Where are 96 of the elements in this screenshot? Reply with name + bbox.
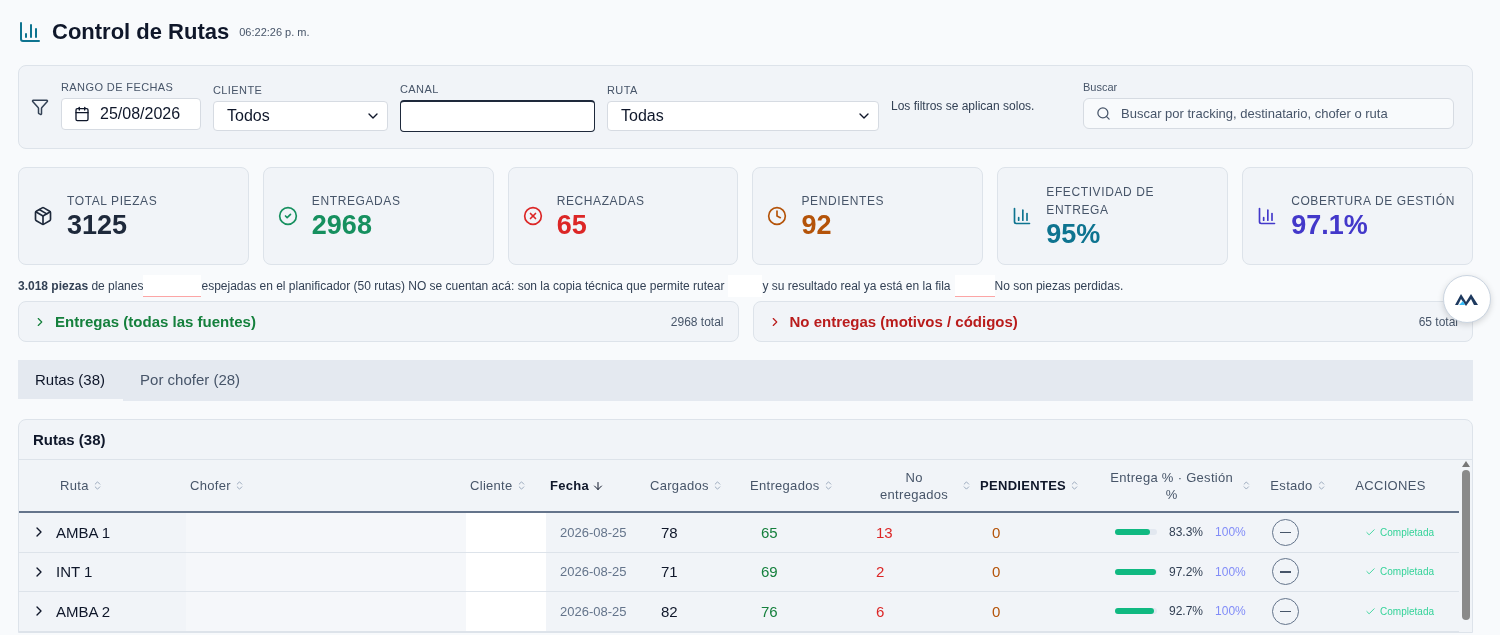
accordion-total: 65 total xyxy=(1418,314,1458,329)
scroll-up-icon[interactable] xyxy=(1460,460,1471,468)
kpi-label: TOTAL PIEZAS xyxy=(67,192,158,210)
loaded-cell-text: 82 xyxy=(660,602,679,620)
box-icon xyxy=(33,206,53,226)
not-delivered-cell-text: 2 xyxy=(875,563,886,581)
ruta-select[interactable]: Todas xyxy=(607,100,879,131)
column-header[interactable]: Cliente xyxy=(466,477,546,494)
check-circle-icon xyxy=(277,206,298,226)
bar-chart-icon xyxy=(1257,206,1278,226)
kpi-label: EFECTIVIDAD DE ENTREGA xyxy=(1046,183,1156,219)
note-text: y su resultado real ya está en la fila xyxy=(762,279,952,293)
redacted-block xyxy=(143,275,202,297)
bar-chart-icon xyxy=(18,20,42,44)
note-text: espejadas en el planificador (50 rutas) NO se cuentan acá: son la copia técnica que permite rutear xyxy=(201,279,726,293)
kpi-value: 95% xyxy=(1046,218,1102,250)
kpi-value: 97.1% xyxy=(1291,209,1369,241)
search-icon xyxy=(1096,106,1111,121)
action-label: Completada xyxy=(1380,605,1434,617)
action-label: Completada xyxy=(1380,566,1434,578)
column-header[interactable]: Estado xyxy=(1256,477,1341,494)
column-header[interactable]: Ruta xyxy=(56,477,186,494)
date-cell-text: 2026-08-25 xyxy=(559,603,628,619)
progress-bar xyxy=(1115,568,1157,575)
progress-bar xyxy=(1115,529,1157,536)
pending-cell-text: 0 xyxy=(991,563,1002,581)
loaded-cell-text: 71 xyxy=(660,563,679,581)
column-header[interactable]: No entregados xyxy=(866,468,976,503)
loaded-cell-text: 78 xyxy=(660,523,679,541)
route-cell-text: AMBA 2 xyxy=(56,602,112,620)
not-delivered-cell-text: 6 xyxy=(875,602,886,620)
kpi-label: COBERTURA DE GESTIÓN xyxy=(1291,192,1455,210)
kpi-value: 92 xyxy=(801,209,833,241)
kpi-label: PENDIENTES xyxy=(801,192,885,210)
note-text: 3.018 piezas de planes xyxy=(18,279,144,293)
clock-time: 06:22:26 p. m. xyxy=(239,26,310,38)
column-header[interactable]: Chofer xyxy=(186,477,466,494)
minus-icon xyxy=(1280,531,1291,533)
kpi-value: 2968 xyxy=(311,209,373,241)
minus-icon xyxy=(1280,571,1291,573)
column-header[interactable]: Fecha xyxy=(546,477,646,494)
check-icon xyxy=(1365,605,1377,617)
accordion-header[interactable]: No entregas (motivos / códigos) 65 total xyxy=(752,301,1473,342)
kpi-label: ENTREGADAS xyxy=(311,192,401,210)
filter-hint: Los filtros se aplican solos. xyxy=(891,99,1036,113)
search-field[interactable]: Buscar por tracking, destinatario, chofer o ruta xyxy=(1083,98,1454,129)
page-title: Control de Rutas xyxy=(52,19,230,45)
date-value: 25/08/2026 xyxy=(100,104,181,123)
column-header[interactable]: Entrega % · Gestión % xyxy=(1101,468,1256,503)
column-header[interactable]: PENDIENTES xyxy=(976,477,1101,494)
management-percent: 100% xyxy=(1215,564,1246,579)
column-header[interactable]: Cargados xyxy=(646,477,746,494)
field-label: RANGO DE FECHAS xyxy=(61,80,175,93)
pending-cell-text: 0 xyxy=(991,602,1002,620)
field-label: RUTA xyxy=(607,83,639,96)
delivered-cell-text: 65 xyxy=(760,523,779,541)
redacted-block xyxy=(954,275,995,297)
logo-icon xyxy=(1454,292,1480,306)
kpi-value: 3125 xyxy=(67,209,129,241)
field-label: CANAL xyxy=(400,82,440,95)
delivered-cell-text: 69 xyxy=(760,563,779,581)
filter-icon xyxy=(31,98,49,116)
clock-icon xyxy=(767,206,788,226)
x-circle-icon xyxy=(522,206,543,226)
check-icon xyxy=(1365,526,1377,538)
date-cell-text: 2026-08-25 xyxy=(559,524,628,540)
note-text: No son piezas perdidas. xyxy=(994,279,1125,293)
management-percent: 100% xyxy=(1215,525,1246,540)
accordion-total: 2968 total xyxy=(670,314,724,329)
canal-field[interactable] xyxy=(400,99,595,132)
accordion-header[interactable]: Entregas (todas las fuentes) 2968 total xyxy=(18,301,739,342)
kpi-value: 65 xyxy=(556,209,588,241)
date-cell-text: 2026-08-25 xyxy=(559,564,628,580)
pending-cell-text: 0 xyxy=(991,523,1002,541)
sort-desc-icon[interactable] xyxy=(592,479,605,492)
kpi-label: RECHAZADAS xyxy=(556,192,645,210)
calendar-icon xyxy=(74,105,90,122)
route-cell-text: AMBA 1 xyxy=(56,523,112,541)
route-cell-text: INT 1 xyxy=(56,563,94,581)
action-label: Completada xyxy=(1380,526,1434,538)
cliente-select[interactable]: Todos xyxy=(213,100,388,131)
progress-bar xyxy=(1115,608,1157,615)
minus-icon xyxy=(1280,610,1291,612)
not-delivered-cell-text: 13 xyxy=(875,523,894,541)
bar-chart-icon xyxy=(1012,206,1033,226)
delivery-percent: 97.2% xyxy=(1169,564,1204,579)
management-percent: 100% xyxy=(1215,604,1246,619)
search-label: Buscar xyxy=(1083,81,1119,93)
delivery-percent: 83.3% xyxy=(1169,525,1204,540)
field-label: CLIENTE xyxy=(213,83,264,96)
column-header[interactable]: ACCIONES xyxy=(1341,477,1440,494)
delivery-percent: 92.7% xyxy=(1169,604,1204,619)
date-field[interactable]: 25/08/2026 xyxy=(61,97,201,130)
table-title: Rutas (38) xyxy=(19,420,1472,460)
delivered-cell-text: 76 xyxy=(760,602,779,620)
column-header[interactable]: Entregados xyxy=(746,477,866,494)
